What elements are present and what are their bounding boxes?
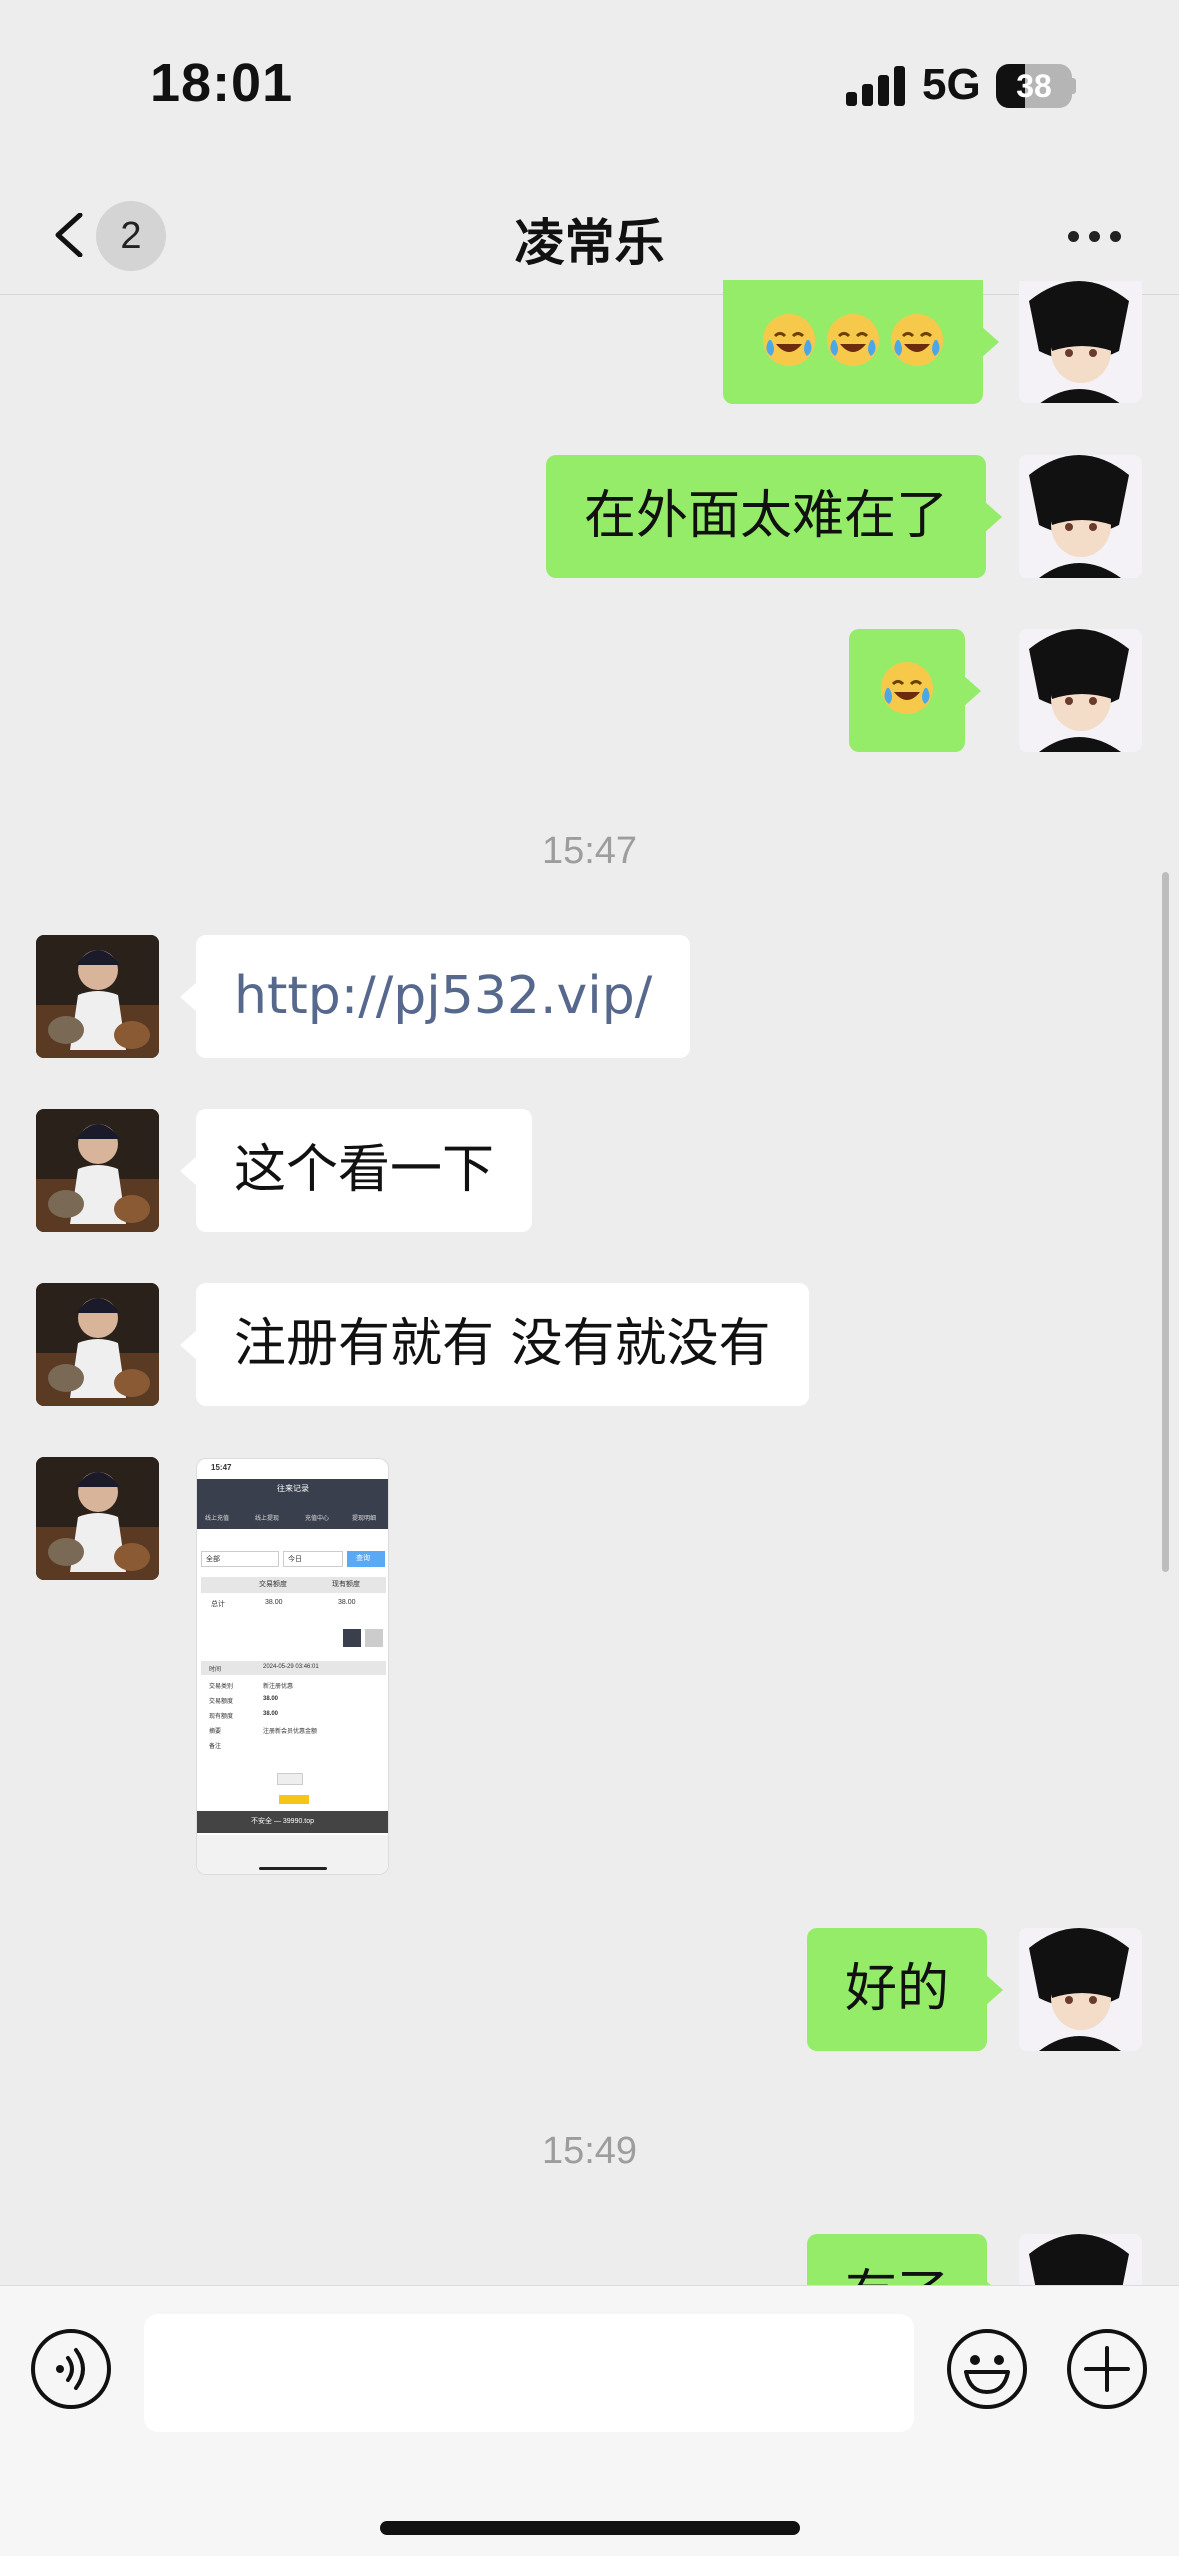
- crying-laughing-emoji-icon: [891, 314, 943, 366]
- voice-input-icon[interactable]: [30, 2328, 112, 2410]
- status-time: 18:01: [150, 53, 294, 113]
- thumb-header: 往来记录 线上充值 线上提现 充值中心 提现明细: [197, 1479, 388, 1529]
- emoji-picker-icon[interactable]: [946, 2328, 1028, 2410]
- avatar-self[interactable]: [1019, 629, 1142, 752]
- battery-icon: 38: [996, 64, 1076, 108]
- avatar-image: [1019, 1928, 1142, 2051]
- message-timestamp: 15:47: [541, 830, 638, 872]
- avatar-contact[interactable]: [36, 935, 159, 1058]
- avatar-image: [1019, 629, 1142, 752]
- avatar-image: [36, 935, 159, 1058]
- network-type: 5G: [922, 60, 981, 109]
- message-timestamp: 15:49: [541, 2130, 638, 2172]
- crying-laughing-emoji-icon: [881, 662, 933, 714]
- chat-header: 2 凌常乐: [0, 175, 1179, 295]
- message-text: 在外面太难在了: [584, 486, 949, 546]
- plus-icon[interactable]: [1066, 2328, 1148, 2410]
- home-indicator[interactable]: [380, 2521, 800, 2535]
- avatar-image: [36, 1283, 159, 1406]
- message-text: 注册有就有 没有就没有: [234, 1314, 771, 1374]
- avatar-image: [1019, 2234, 1142, 2285]
- avatar-image: [1019, 455, 1142, 578]
- message-text: 有了: [845, 2265, 949, 2285]
- avatar-contact[interactable]: [36, 1283, 159, 1406]
- signal-strength-icon: [846, 66, 908, 106]
- crying-laughing-emoji-icon: [827, 314, 879, 366]
- message-bubble-incoming[interactable]: 这个看一下: [179, 1109, 533, 1232]
- message-bubble-incoming[interactable]: 注册有就有 没有就没有: [180, 1283, 809, 1406]
- message-bubble-outgoing[interactable]: 好的: [807, 1928, 1004, 2051]
- avatar-image: [1019, 281, 1142, 403]
- input-bar: [0, 2285, 1179, 2556]
- message-text: 好的: [845, 1959, 950, 2019]
- avatar-self[interactable]: [1019, 2234, 1142, 2285]
- clipped-message-row: 有了: [0, 2230, 1179, 2285]
- crying-laughing-emoji-icon: [763, 314, 815, 366]
- avatar-contact[interactable]: [36, 1457, 159, 1580]
- avatar-image: [36, 1109, 159, 1232]
- status-bar: 18:01 5G 38: [0, 0, 1179, 175]
- avatar-self[interactable]: [1019, 455, 1142, 578]
- avatar-self[interactable]: [1019, 1928, 1142, 2051]
- avatar-contact[interactable]: [36, 1109, 159, 1232]
- message-link[interactable]: http://pj532.vip/: [234, 966, 652, 1026]
- message-input[interactable]: [144, 2314, 914, 2432]
- message-bubble-outgoing[interactable]: 在外面太难在了: [546, 455, 1003, 578]
- more-options-button[interactable]: [1060, 207, 1130, 263]
- image-message-thumbnail[interactable]: 15:47 往来记录 线上充值 线上提现 充值中心 提现明细 全部 今日 查询 …: [196, 1458, 389, 1875]
- message-bubble-outgoing[interactable]: 有了: [807, 2234, 1004, 2285]
- avatar-image: [36, 1457, 159, 1580]
- message-text: 这个看一下: [234, 1140, 495, 1200]
- avatar-self[interactable]: [1019, 281, 1142, 403]
- message-bubble-outgoing[interactable]: [723, 280, 999, 404]
- message-bubble-outgoing[interactable]: [849, 629, 981, 752]
- message-bubble-incoming[interactable]: http://pj532.vip/: [179, 935, 691, 1058]
- battery-level: 38: [1016, 68, 1052, 104]
- scroll-indicator[interactable]: [1162, 872, 1169, 1572]
- chat-title[interactable]: 凌常乐: [0, 203, 1179, 275]
